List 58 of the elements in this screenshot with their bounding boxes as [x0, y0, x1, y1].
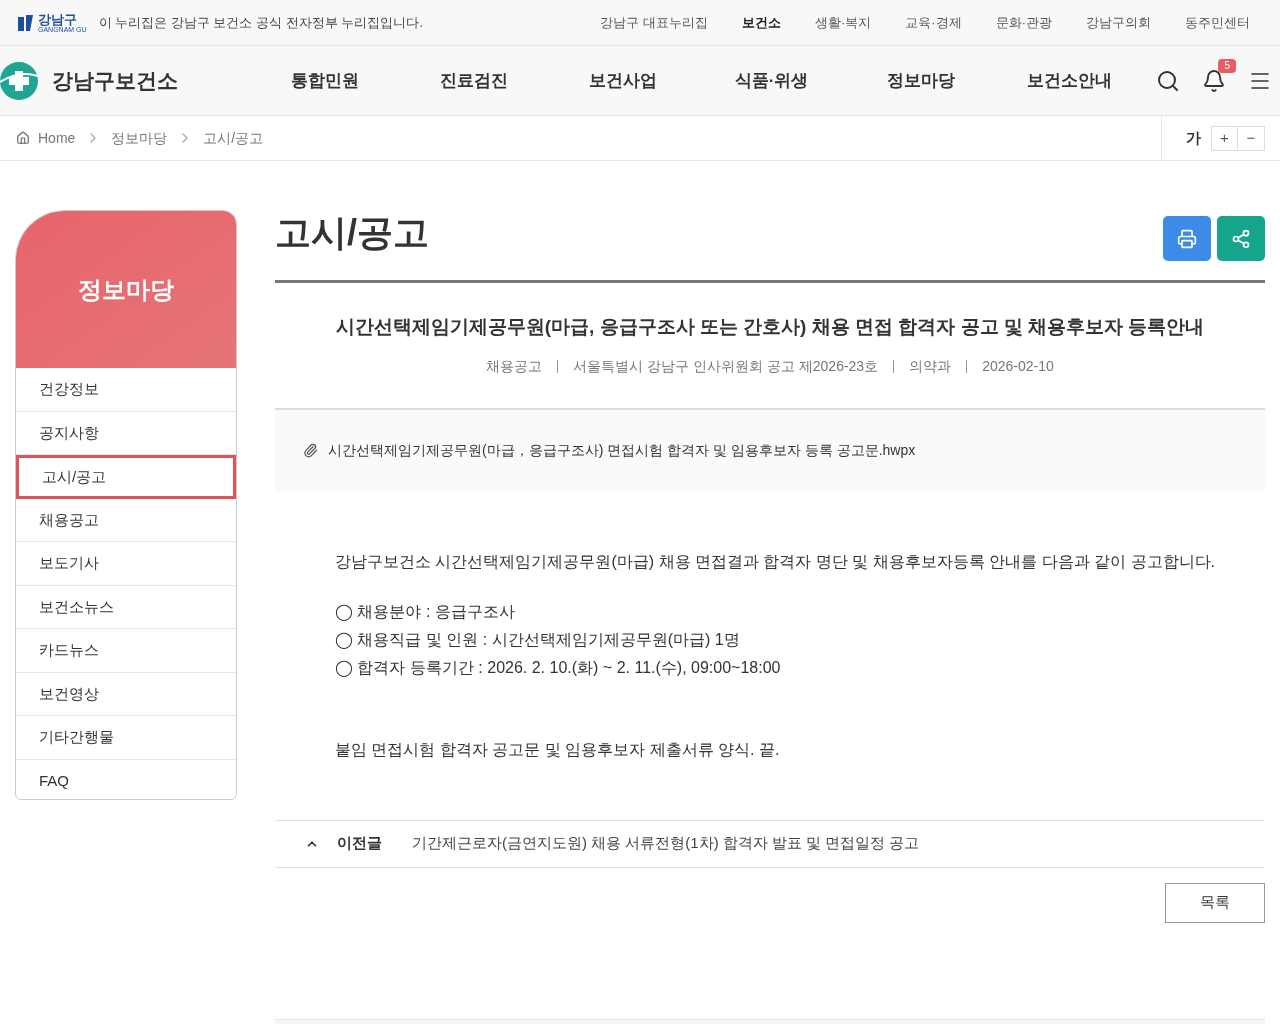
print-icon	[1177, 228, 1197, 249]
breadcrumb-link[interactable]: 정보마당	[111, 127, 168, 149]
previous-post-label: 이전글	[337, 833, 382, 854]
post-title: 시간선택제임기제공무원(마급, 응급구조사 또는 간호사) 채용 면접 합격자 공고 및 채용후보자 등록안내	[334, 315, 1206, 339]
share-icon	[1231, 228, 1251, 249]
font-increase-button[interactable]: +	[1211, 125, 1238, 151]
sidebar-menu-item[interactable]: FAQ	[16, 759, 236, 799]
print-button[interactable]	[1163, 216, 1211, 261]
utility-link[interactable]: 동주민센터	[1185, 12, 1250, 33]
previous-post-link[interactable]: 기간제근로자(금연지도원) 채용 서류전형(1차) 합격자 발표 및 면접일정 공고	[412, 832, 920, 855]
attachment-link[interactable]: 시간선택제임기제공무원(마급，응급구조사) 면접시험 합격자 및 임용후보자 등록 공고문.hwpx	[328, 440, 916, 461]
sidebar-menu-item[interactable]: 보도기사	[16, 542, 236, 586]
bell-icon	[1202, 68, 1226, 93]
site-logo[interactable]: 강남구보건소	[0, 61, 250, 100]
post-meta: 채용공고	[486, 356, 543, 376]
breadcrumb-link[interactable]: Home	[38, 127, 76, 149]
sidebar-menu-item[interactable]: 카드뉴스	[16, 629, 236, 673]
sidebar-menu-item[interactable]: 보건영상	[16, 672, 236, 716]
sidebar-menu-item[interactable]: 건강정보	[16, 368, 236, 412]
nav-menu-item[interactable]: 정보마당	[846, 67, 995, 94]
page-title: 고시/공고	[275, 211, 429, 255]
home-icon	[16, 131, 30, 145]
post-list-item: ◯ 채용직급 및 인원 : 시간선택제임기제공무원(마급) 1명	[335, 629, 741, 651]
site-notice: 이 누리집은 강남구 보건소 공식 전자정부 누리집입니다.	[98, 13, 423, 32]
nav-menu-item[interactable]: 보건사업	[548, 67, 697, 94]
post-closing: 붙임 면접시험 합격자 공고문 및 임용후보자 제출서류 양식. 끝.	[335, 739, 781, 760]
nav-menu-item[interactable]: 식품·위생	[697, 67, 846, 94]
post-list-item: ◯ 합격자 등록기간 : 2026. 2. 10.(화) ~ 2. 11.(수), 09:00~18:00	[335, 657, 782, 679]
font-decrease-button[interactable]: −	[1238, 125, 1265, 151]
sidebar-menu-item[interactable]: 공지사항	[16, 411, 236, 455]
paperclip-icon	[303, 443, 318, 458]
utility-link[interactable]: 강남구 대표누리집	[600, 12, 708, 33]
post-list-item: ◯ 채용분야 : 응급구조사	[335, 601, 516, 623]
nav-menu-item[interactable]: 진료검진	[399, 67, 548, 94]
utility-link[interactable]: 문화·관광	[995, 12, 1052, 33]
sidebar-menu-item[interactable]: 채용공고	[16, 498, 236, 542]
font-size-label: 가	[1186, 127, 1201, 148]
post-meta: 의약과	[909, 356, 952, 376]
logo-text: 강남구	[38, 12, 78, 26]
post-meta: 2026-02-10	[982, 356, 1054, 376]
utility-link[interactable]: 생활·복지	[814, 12, 872, 33]
list-button[interactable]: 목록	[1165, 882, 1265, 923]
utility-link[interactable]: 강남구의회	[1086, 12, 1151, 33]
sidebar-menu-item[interactable]: 고시/공고	[16, 455, 236, 499]
post-intro: 강남구보건소 시간선택제임기제공무원(마급) 채용 면접결과 합격자 명단 및 채용후보자등록 안내를 다음과 같이 공고합니다.	[335, 551, 1216, 572]
notification-badge: 5	[1218, 58, 1236, 73]
sidebar-title: 정보마당	[78, 274, 174, 305]
utility-link[interactable]: 교육·경제	[905, 12, 962, 33]
district-logo-icon	[16, 12, 36, 33]
nav-menu-item[interactable]: 보건소안내	[995, 67, 1144, 94]
breadcrumb-link[interactable]: 고시/공고	[203, 127, 264, 149]
share-button[interactable]	[1217, 216, 1265, 261]
post-meta: 서울특별시 강남구 인사위원회 공고 제2026-23호	[573, 356, 879, 376]
utility-link[interactable]: 보건소	[741, 12, 781, 33]
sidebar-menu-item[interactable]: 기타간행물	[16, 716, 236, 760]
sidebar-menu-item[interactable]: 보건소뉴스	[16, 585, 236, 629]
nav-menu-item[interactable]: 통합민원	[250, 67, 399, 94]
search-icon[interactable]	[1156, 68, 1180, 93]
